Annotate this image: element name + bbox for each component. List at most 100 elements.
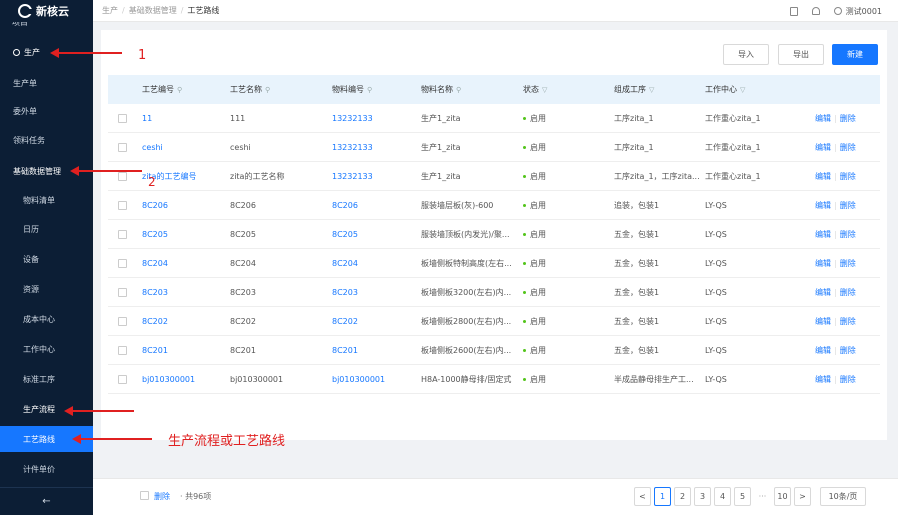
sidebar-item-production-order[interactable]: 生产单	[0, 70, 93, 96]
table-row[interactable]: 8C203 8C203 8C203 板墙侧板3200(左右)内... 启用 五金，包装1 L…	[108, 278, 880, 307]
app-logo[interactable]: 新核云	[0, 0, 93, 22]
routing-code-link[interactable]: ceshi	[142, 133, 227, 162]
material-code-link[interactable]: 8C202	[332, 307, 418, 336]
new-button[interactable]: 新建	[832, 44, 878, 65]
delete-button[interactable]: 删除	[840, 171, 856, 182]
sidebar-item-calendar[interactable]: 日历	[0, 216, 93, 242]
material-code-link[interactable]: 13232133	[332, 104, 418, 133]
sidebar-item-production-flow[interactable]: 生产流程	[0, 396, 93, 422]
routing-code-link[interactable]: 8C203	[142, 278, 227, 307]
select-all-checkbox[interactable]	[140, 491, 149, 500]
edit-button[interactable]: 编辑	[815, 171, 831, 182]
page-button[interactable]: 5	[734, 487, 751, 506]
column-header-name[interactable]: 工艺名称 ⚲	[230, 75, 270, 104]
sidebar-item-piece-rate[interactable]: 计件单价	[0, 456, 93, 482]
sidebar-item-project[interactable]: 项目	[12, 22, 28, 28]
edit-button[interactable]: 编辑	[815, 200, 831, 211]
delete-button[interactable]: 删除	[840, 287, 856, 298]
breadcrumb-item[interactable]: 基础数据管理	[129, 5, 177, 16]
routing-code-link[interactable]: 11	[142, 104, 227, 133]
page-ellipsis[interactable]: ···	[754, 487, 771, 506]
sidebar-collapse-button[interactable]: ←	[0, 487, 93, 515]
delete-button[interactable]: 删除	[840, 142, 856, 153]
sidebar-item-standard-process[interactable]: 标准工序	[0, 366, 93, 392]
table-row[interactable]: 8C201 8C201 8C201 板墙侧板2600(左右)内... 启用 五金，包装1 L…	[108, 336, 880, 365]
edit-button[interactable]: 编辑	[815, 142, 831, 153]
material-code-link[interactable]: 8C206	[332, 191, 418, 220]
row-checkbox[interactable]	[118, 172, 127, 181]
prev-page-button[interactable]: <	[634, 487, 651, 506]
page-button[interactable]: 3	[694, 487, 711, 506]
table-row[interactable]: 8C206 8C206 8C206 服装墙层板(灰)-600 启用 追装，包装1 LY-QS…	[108, 191, 880, 220]
row-checkbox[interactable]	[118, 375, 127, 384]
column-header-material-name[interactable]: 物料名称 ⚲	[421, 75, 461, 104]
sidebar-item-outsource-order[interactable]: 委外单	[0, 98, 93, 124]
import-button[interactable]: 导入	[723, 44, 769, 65]
delete-button[interactable]: 删除	[840, 316, 856, 327]
bulk-delete-button[interactable]: 删除	[154, 491, 170, 502]
material-code-link[interactable]: 13232133	[332, 162, 418, 191]
table-row[interactable]: zita的工艺编号 zita的工艺名称 13232133 生产1_zita 启用 工序zi…	[108, 162, 880, 191]
page-button[interactable]: 2	[674, 487, 691, 506]
material-code-link[interactable]: 8C203	[332, 278, 418, 307]
row-checkbox[interactable]	[118, 346, 127, 355]
column-header-material-code[interactable]: 物料编号 ⚲	[332, 75, 372, 104]
sidebar-item-cost-center[interactable]: 成本中心	[0, 306, 93, 332]
material-code-link[interactable]: 8C205	[332, 220, 418, 249]
delete-button[interactable]: 删除	[840, 113, 856, 124]
delete-button[interactable]: 删除	[840, 345, 856, 356]
delete-button[interactable]: 删除	[840, 229, 856, 240]
table-row[interactable]: bj010300001 bj010300001 bj010300001 H8A-100…	[108, 365, 880, 394]
page-button[interactable]: 10	[774, 487, 791, 506]
page-size-select[interactable]: 10条/页	[820, 487, 866, 506]
table-row[interactable]: 11 111 13232133 生产1_zita 启用 工序zita_1 工作重心zita_…	[108, 104, 880, 133]
delete-button[interactable]: 删除	[840, 258, 856, 269]
row-checkbox[interactable]	[118, 259, 127, 268]
delete-button[interactable]: 删除	[840, 200, 856, 211]
routing-code-link[interactable]: 8C205	[142, 220, 227, 249]
breadcrumb-item[interactable]: 生产	[102, 5, 118, 16]
table-row[interactable]: 8C202 8C202 8C202 板墙侧板2800(左右)内... 启用 五金，包装1 L…	[108, 307, 880, 336]
row-checkbox[interactable]	[118, 143, 127, 152]
document-icon[interactable]	[789, 6, 798, 16]
routing-code-link[interactable]: bj010300001	[142, 365, 227, 394]
routing-code-link[interactable]: 8C202	[142, 307, 227, 336]
edit-button[interactable]: 编辑	[815, 316, 831, 327]
routing-code-link[interactable]: 8C201	[142, 336, 227, 365]
user-icon[interactable]	[833, 7, 842, 15]
material-code-link[interactable]: bj010300001	[332, 365, 418, 394]
row-checkbox[interactable]	[118, 230, 127, 239]
delete-button[interactable]: 删除	[840, 374, 856, 385]
sidebar-item-picking-task[interactable]: 领料任务	[0, 127, 93, 153]
edit-button[interactable]: 编辑	[815, 374, 831, 385]
edit-button[interactable]: 编辑	[815, 113, 831, 124]
column-header-status[interactable]: 状态 ▽	[523, 75, 547, 104]
column-header-code[interactable]: 工艺编号 ⚲	[142, 75, 182, 104]
row-checkbox[interactable]	[118, 317, 127, 326]
sidebar-item-work-center[interactable]: 工作中心	[0, 336, 93, 362]
column-header-work-center[interactable]: 工作中心 ▽	[705, 75, 745, 104]
row-checkbox[interactable]	[118, 201, 127, 210]
edit-button[interactable]: 编辑	[815, 345, 831, 356]
material-code-link[interactable]: 8C204	[332, 249, 418, 278]
edit-button[interactable]: 编辑	[815, 258, 831, 269]
table-row[interactable]: ceshi ceshi 13232133 生产1_zita 启用 工序zita_1 工作重心…	[108, 133, 880, 162]
sidebar-item-resources[interactable]: 资源	[0, 276, 93, 302]
sidebar-item-bom[interactable]: 物料清单	[0, 187, 93, 213]
page-button[interactable]: 1	[654, 487, 671, 506]
column-header-processes[interactable]: 组成工序 ▽	[614, 75, 654, 104]
bell-icon[interactable]	[811, 7, 820, 15]
edit-button[interactable]: 编辑	[815, 229, 831, 240]
edit-button[interactable]: 编辑	[815, 287, 831, 298]
table-row[interactable]: 8C204 8C204 8C204 板墙侧板特制高度(左右... 启用 五金，包装1 LY-…	[108, 249, 880, 278]
row-checkbox[interactable]	[118, 288, 127, 297]
routing-code-link[interactable]: 8C206	[142, 191, 227, 220]
sidebar-item-equipment[interactable]: 设备	[0, 246, 93, 272]
page-button[interactable]: 4	[714, 487, 731, 506]
table-row[interactable]: 8C205 8C205 8C205 服装墙顶板(内发光)/聚... 启用 五金，包装1 LY…	[108, 220, 880, 249]
material-code-link[interactable]: 8C201	[332, 336, 418, 365]
next-page-button[interactable]: >	[794, 487, 811, 506]
user-name[interactable]: 测试0001	[846, 6, 882, 17]
export-button[interactable]: 导出	[778, 44, 824, 65]
routing-code-link[interactable]: 8C204	[142, 249, 227, 278]
